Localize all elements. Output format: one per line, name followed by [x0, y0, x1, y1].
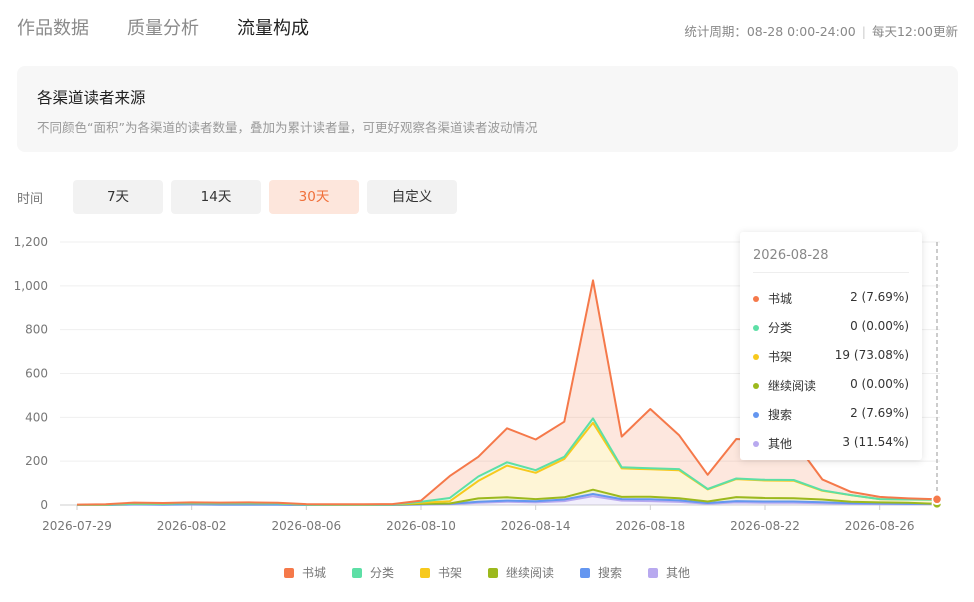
x-tick-label: 2026-08-26	[845, 519, 915, 533]
tooltip-name: 分类	[768, 321, 793, 335]
info-panel: 各渠道读者来源 不同颜色“面积”为各渠道的读者数量，叠加为累计读者量，可更好观察…	[17, 66, 958, 152]
x-tick-label: 2026-07-29	[42, 519, 112, 533]
tooltip-row: 继续阅读 0 (0.00%)	[753, 377, 909, 395]
top-tabs: 作品数据 质量分析 流量构成	[17, 14, 309, 40]
tooltip-dot	[753, 412, 759, 418]
info-description: 不同颜色“面积”为各渠道的读者数量，叠加为累计读者量，可更好观察各渠道读者波动情…	[37, 120, 538, 135]
range-14-days-button[interactable]: 14天	[171, 180, 261, 214]
tooltip-name: 继续阅读	[768, 379, 817, 393]
y-tick-label: 600	[25, 367, 48, 381]
legend-label: 分类	[369, 566, 394, 580]
chart-legend: 书城 分类 书架 继续阅读 搜索 其他	[0, 564, 974, 581]
tab-work-data[interactable]: 作品数据	[17, 14, 89, 40]
legend-item[interactable]: 搜索	[580, 564, 622, 581]
x-tick-label: 2026-08-14	[501, 519, 571, 533]
stat-period-update: 每天12:00更新	[871, 24, 958, 39]
tab-quality-analysis[interactable]: 质量分析	[127, 14, 199, 40]
legend-swatch	[419, 567, 430, 578]
y-tick-label: 1,000	[14, 279, 48, 293]
range-custom-button[interactable]: 自定义	[367, 180, 457, 214]
tooltip-dot	[753, 383, 759, 389]
legend-label: 搜索	[598, 566, 623, 580]
legend-swatch	[488, 567, 498, 578]
tooltip-name: 书城	[768, 292, 793, 306]
y-tick-label: 0	[40, 498, 48, 512]
tooltip-dot	[753, 354, 759, 360]
stat-period-range: 统计周期：08-28 0:00-24:00	[684, 24, 856, 39]
legend-swatch	[648, 567, 659, 578]
tab-traffic-composition[interactable]: 流量构成	[237, 14, 309, 40]
y-tick-label: 400	[25, 410, 48, 424]
tooltip-value: 19 (73.08%)	[834, 348, 909, 362]
y-tick-label: 1,200	[14, 235, 48, 249]
tooltip-name: 其他	[768, 437, 793, 451]
tooltip-value: 3 (11.54%)	[842, 435, 909, 449]
tooltip-dot	[753, 296, 759, 302]
period-divider: |	[861, 24, 866, 39]
chart-tooltip: 2026-08-28 书城 2 (7.69%) 分类 0 (0.00%) 书架 19 …	[740, 232, 922, 460]
x-tick-label: 2026-08-06	[271, 519, 341, 533]
x-tick-label: 2026-08-22	[730, 519, 800, 533]
x-tick-label: 2026-08-10	[386, 519, 456, 533]
tooltip-divider	[753, 272, 909, 273]
legend-item[interactable]: 分类	[351, 564, 394, 581]
time-range-label: 时间	[17, 191, 44, 207]
legend-label: 其他	[666, 566, 691, 580]
x-tick-label: 2026-08-18	[615, 519, 685, 533]
legend-swatch	[580, 567, 591, 578]
time-range-selector: 时间 7天 14天 30天 自定义	[17, 180, 465, 214]
tooltip-value: 0 (0.00%)	[850, 319, 909, 333]
hover-point-书城	[931, 494, 943, 505]
legend-item[interactable]: 书城	[283, 564, 326, 581]
tooltip-row: 分类 0 (0.00%)	[753, 319, 909, 337]
range-30-days-button[interactable]: 30天	[269, 180, 359, 214]
range-7-days-button[interactable]: 7天	[73, 180, 163, 214]
tooltip-value: 0 (0.00%)	[850, 377, 909, 391]
tooltip-row: 其他 3 (11.54%)	[753, 435, 909, 453]
legend-label: 书架	[437, 566, 462, 580]
tooltip-name: 搜索	[768, 408, 793, 422]
y-tick-label: 200	[25, 454, 48, 468]
tooltip-row: 书城 2 (7.69%)	[753, 290, 909, 308]
legend-swatch	[351, 567, 362, 578]
tooltip-row: 书架 19 (73.08%)	[753, 348, 909, 366]
tooltip-name: 书架	[768, 350, 793, 364]
info-title: 各渠道读者来源	[37, 89, 146, 107]
tooltip-row: 搜索 2 (7.69%)	[753, 406, 909, 424]
legend-label: 继续阅读	[506, 566, 555, 580]
tooltip-value: 2 (7.69%)	[850, 406, 909, 420]
tooltip-dot	[753, 325, 759, 331]
tooltip-date: 2026-08-28	[753, 248, 829, 263]
legend-label: 书城	[301, 566, 326, 580]
tooltip-value: 2 (7.69%)	[850, 290, 909, 304]
legend-item[interactable]: 书架	[419, 564, 462, 581]
tooltip-dot	[753, 441, 759, 447]
legend-item[interactable]: 其他	[648, 564, 690, 581]
legend-swatch	[283, 567, 294, 578]
y-tick-label: 800	[25, 323, 48, 337]
legend-item[interactable]: 继续阅读	[488, 564, 554, 581]
stat-period: 统计周期：08-28 0:00-24:00 | 每天12:00更新	[684, 21, 958, 40]
x-tick-label: 2026-08-02	[157, 519, 227, 533]
